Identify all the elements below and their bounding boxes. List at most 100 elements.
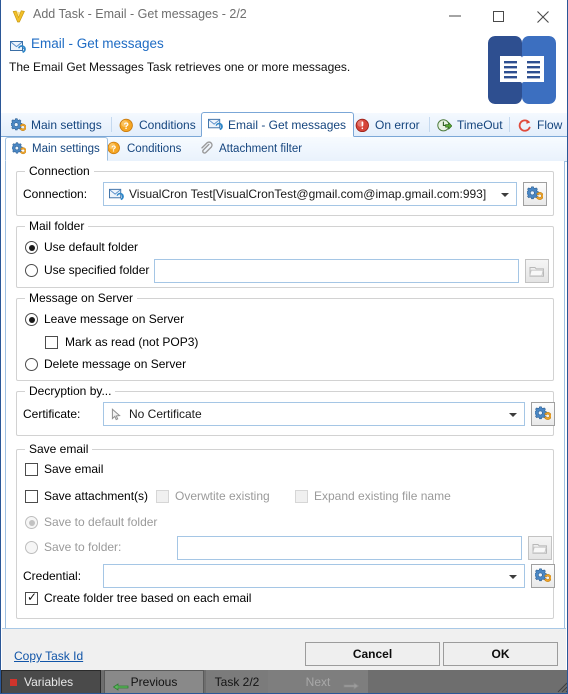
use-specified-folder-label: Use specified folder: [44, 263, 150, 277]
tab-timeout[interactable]: TimeOut: [431, 113, 510, 137]
use-specified-folder-radio[interactable]: [25, 264, 38, 277]
gear-icon: [526, 186, 544, 202]
mail-folder-group: Mail folder Use default folder Use speci…: [16, 219, 554, 288]
gear-blue-icon: [10, 117, 27, 133]
subtab-label: Attachment filter: [219, 142, 303, 155]
title-bar: Add Task - Email - Get messages - 2/2: [1, 0, 567, 30]
tab-label: TimeOut: [457, 118, 503, 132]
variables-button[interactable]: Variables: [1, 670, 101, 693]
connection-settings-button[interactable]: [523, 182, 547, 206]
settings-panel: Connection Connection: VisualCron Test[V…: [5, 161, 565, 628]
email-get-messages-icon: [109, 187, 124, 202]
wizard-bottom-bar: Variables Previous Task 2/2 Next: [1, 670, 567, 693]
credential-settings-button[interactable]: [531, 564, 555, 588]
overwrite-existing-label: Overwtite existing: [175, 489, 270, 503]
copy-task-id-link[interactable]: Copy Task Id: [14, 649, 83, 663]
task-counter: Task 2/2: [206, 670, 268, 693]
message-on-server-group-title: Message on Server: [25, 291, 138, 305]
arrow-left-icon: [112, 680, 129, 693]
task-description: The Email Get Messages Task retrieves on…: [9, 60, 351, 74]
tab-flow[interactable]: Flow: [511, 113, 567, 137]
save-attachments-checkbox[interactable]: [25, 490, 38, 503]
gear-icon: [534, 568, 552, 584]
mail-folder-browse-button[interactable]: [525, 259, 549, 283]
tab-conditions[interactable]: ? Conditions: [113, 113, 203, 137]
maximize-button[interactable]: [477, 0, 521, 29]
task-header: Email - Get messages The Email Get Messa…: [1, 30, 567, 113]
task-tabs: Main settings ? Conditions Email - Get m…: [1, 112, 567, 137]
save-to-folder-label: Save to folder:: [44, 540, 122, 554]
svg-text:?: ?: [111, 143, 116, 153]
mark-as-read-label: Mark as read (not POP3): [65, 335, 199, 349]
question-orange-icon: ?: [107, 141, 122, 156]
dialog-footer: Copy Task Id Cancel OK: [2, 628, 566, 670]
save-email-group-title: Save email: [25, 442, 93, 456]
create-folder-tree-label: Create folder tree based on each email: [44, 591, 252, 605]
flow-red-icon: [517, 118, 532, 133]
credential-label: Credential:: [23, 569, 82, 583]
use-default-folder-radio[interactable]: [25, 241, 38, 254]
subtab-label: Main settings: [32, 143, 100, 155]
next-label: Next: [305, 675, 331, 689]
add-task-dialog: Add Task - Email - Get messages - 2/2 Em…: [0, 0, 568, 694]
window-title: Add Task - Email - Get messages - 2/2: [33, 7, 247, 21]
save-email-checkbox[interactable]: [25, 463, 38, 476]
subtab-main-settings[interactable]: Main settings: [5, 137, 108, 161]
certificate-settings-button[interactable]: [531, 402, 555, 426]
subtab-attachment-filter[interactable]: Attachment filter: [193, 137, 309, 160]
task-title: Email - Get messages: [31, 36, 164, 51]
variables-label: Variables: [24, 675, 74, 689]
certificate-combobox[interactable]: No Certificate: [103, 402, 525, 426]
use-default-folder-label: Use default folder: [44, 240, 139, 254]
timeout-green-icon: [437, 118, 453, 133]
leave-message-label: Leave message on Server: [44, 312, 185, 326]
variables-indicator-icon: [10, 678, 17, 686]
previous-button[interactable]: Previous: [104, 670, 204, 693]
certificate-value: No Certificate: [129, 407, 202, 421]
tab-email-get-messages[interactable]: Email - Get messages: [201, 112, 355, 137]
tab-on-error[interactable]: On error: [349, 113, 427, 137]
decryption-group-title: Decryption by...: [25, 384, 116, 398]
certificate-cursor-icon: [109, 407, 124, 422]
email-get-messages-icon: [10, 39, 26, 55]
create-folder-tree-checkbox[interactable]: ✓: [25, 591, 38, 605]
certificate-label: Certificate:: [23, 407, 81, 421]
delete-message-label: Delete message on Server: [44, 357, 187, 371]
task-counter-label: Task 2/2: [214, 675, 260, 689]
tab-main-settings[interactable]: Main settings: [5, 113, 109, 137]
expand-existing-checkbox: [295, 490, 308, 503]
leave-message-radio[interactable]: [25, 313, 38, 326]
tab-label: Flow: [537, 118, 563, 132]
minimize-button[interactable]: [433, 0, 477, 29]
gear-blue-icon: [11, 141, 27, 157]
credential-combobox[interactable]: [103, 564, 525, 588]
save-to-default-folder-radio: [25, 516, 38, 529]
expand-existing-label: Expand existing file name: [314, 489, 451, 503]
subtab-conditions[interactable]: ? Conditions: [101, 137, 188, 160]
save-to-folder-input: [177, 536, 522, 560]
ok-button[interactable]: OK: [443, 642, 558, 666]
cancel-button[interactable]: Cancel: [305, 642, 440, 666]
save-to-default-folder-label: Save to default folder: [44, 515, 158, 529]
connection-label: Connection:: [23, 187, 88, 201]
save-to-folder-radio: [25, 541, 38, 554]
folder-icon: [532, 540, 548, 556]
mark-as-read-checkbox[interactable]: [45, 336, 58, 349]
svg-text:?: ?: [123, 121, 129, 131]
connection-value: VisualCron Test[VisualCronTest@gmail.com…: [129, 187, 487, 201]
connection-combobox[interactable]: VisualCron Test[VisualCronTest@gmail.com…: [103, 182, 517, 206]
email-get-messages-icon: [208, 117, 223, 132]
next-button: Next: [268, 670, 368, 693]
subtab-label: Conditions: [127, 142, 182, 155]
previous-label: Previous: [130, 675, 178, 689]
resize-grip[interactable]: [554, 679, 567, 693]
close-button[interactable]: [521, 0, 565, 29]
tab-label: Email - Get messages: [228, 117, 347, 132]
chevron-down-icon: [509, 413, 517, 417]
question-orange-icon: ?: [119, 118, 134, 133]
tab-label: Conditions: [139, 118, 196, 132]
chevron-down-icon: [509, 575, 517, 579]
visualcron-v-logo: [11, 8, 27, 24]
specified-folder-input[interactable]: [154, 259, 519, 283]
delete-message-radio[interactable]: [25, 358, 38, 371]
